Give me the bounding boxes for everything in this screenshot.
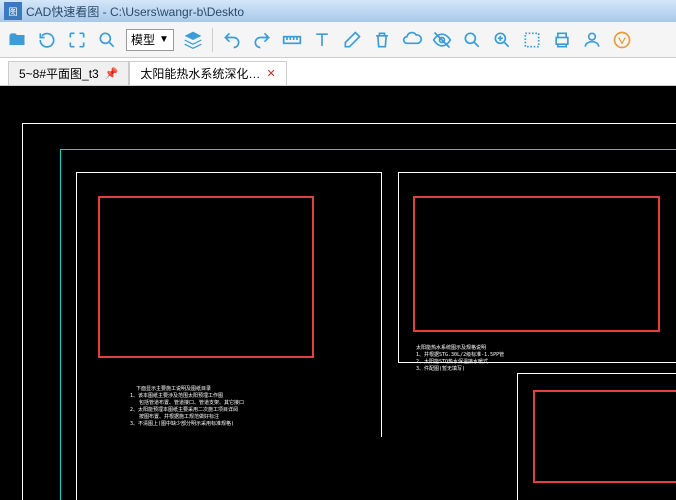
- cad-text-block: 太阳能热水系统图示及规格说明 1、并根据STG.30L/2级标准-1.5PP管 …: [416, 345, 504, 373]
- red-rect-line: [98, 196, 312, 198]
- eraser-button[interactable]: [341, 29, 363, 51]
- red-rect-line: [533, 390, 535, 483]
- red-rect-line: [533, 390, 676, 392]
- app-logo-icon: 图: [4, 2, 22, 20]
- tab-label: 5~8#平面图_t3: [19, 65, 99, 82]
- toolbar: 模型 ▼: [0, 22, 676, 58]
- frame-line: [22, 123, 676, 124]
- zoom-button[interactable]: [96, 29, 118, 51]
- fit-screen-button[interactable]: [66, 29, 88, 51]
- tab-plan[interactable]: 5~8#平面图_t3 📌: [8, 61, 129, 85]
- toolbar-divider: [212, 28, 213, 52]
- red-rect-line: [413, 196, 415, 332]
- panel-line: [76, 172, 381, 173]
- export-button[interactable]: [521, 29, 543, 51]
- title-bar: 图 CAD快速看图 - C:\Users\wangr-b\Deskto: [0, 0, 676, 22]
- cyan-frame-line: [60, 149, 676, 150]
- search-button[interactable]: [461, 29, 483, 51]
- panel-line: [76, 172, 77, 500]
- redo-button[interactable]: [251, 29, 273, 51]
- cyan-frame-line: [60, 149, 61, 500]
- tab-solar[interactable]: 太阳能热水系统深化… ✕: [129, 61, 286, 85]
- cad-canvas[interactable]: 下面显示主要施工说明及图纸目录 1、该本图纸主要涉及范围太阳预埋工作图 包括管道…: [0, 86, 676, 500]
- panel-line: [517, 373, 518, 500]
- undo-button[interactable]: [221, 29, 243, 51]
- panel-line: [517, 373, 676, 374]
- zoom-in-button[interactable]: [491, 29, 513, 51]
- tab-label: 太阳能热水系统深化…: [140, 65, 260, 82]
- layers-button[interactable]: [182, 29, 204, 51]
- panel-line: [398, 172, 676, 173]
- red-rect-line: [312, 196, 314, 358]
- red-rect-line: [533, 481, 676, 483]
- user-button[interactable]: [581, 29, 603, 51]
- dropdown-label: 模型: [131, 31, 155, 48]
- panel-line: [398, 172, 399, 362]
- red-rect-line: [413, 196, 658, 198]
- chevron-down-icon: ▼: [159, 34, 169, 45]
- panel-line: [381, 172, 382, 437]
- red-rect-line: [98, 196, 100, 358]
- tab-bar: 5~8#平面图_t3 📌 太阳能热水系统深化… ✕: [0, 58, 676, 86]
- red-rect-line: [98, 356, 312, 358]
- frame-line: [22, 123, 23, 500]
- space-dropdown[interactable]: 模型 ▼: [126, 29, 174, 51]
- red-rect-line: [658, 196, 660, 332]
- print-button[interactable]: [551, 29, 573, 51]
- red-rect-line: [413, 330, 658, 332]
- vip-button[interactable]: [611, 29, 633, 51]
- text-button[interactable]: [311, 29, 333, 51]
- pin-icon[interactable]: 📌: [105, 67, 119, 80]
- cad-text-block: 下面显示主要施工说明及图纸目录 1、该本图纸主要涉及范围太阳预埋工作图 包括管道…: [130, 386, 244, 428]
- measure-button[interactable]: [281, 29, 303, 51]
- open-file-button[interactable]: [6, 29, 28, 51]
- hide-button[interactable]: [431, 29, 453, 51]
- delete-button[interactable]: [371, 29, 393, 51]
- cloud-button[interactable]: [401, 29, 423, 51]
- close-icon[interactable]: ✕: [266, 67, 275, 80]
- window-title: CAD快速看图 - C:\Users\wangr-b\Deskto: [26, 3, 244, 20]
- refresh-button[interactable]: [36, 29, 58, 51]
